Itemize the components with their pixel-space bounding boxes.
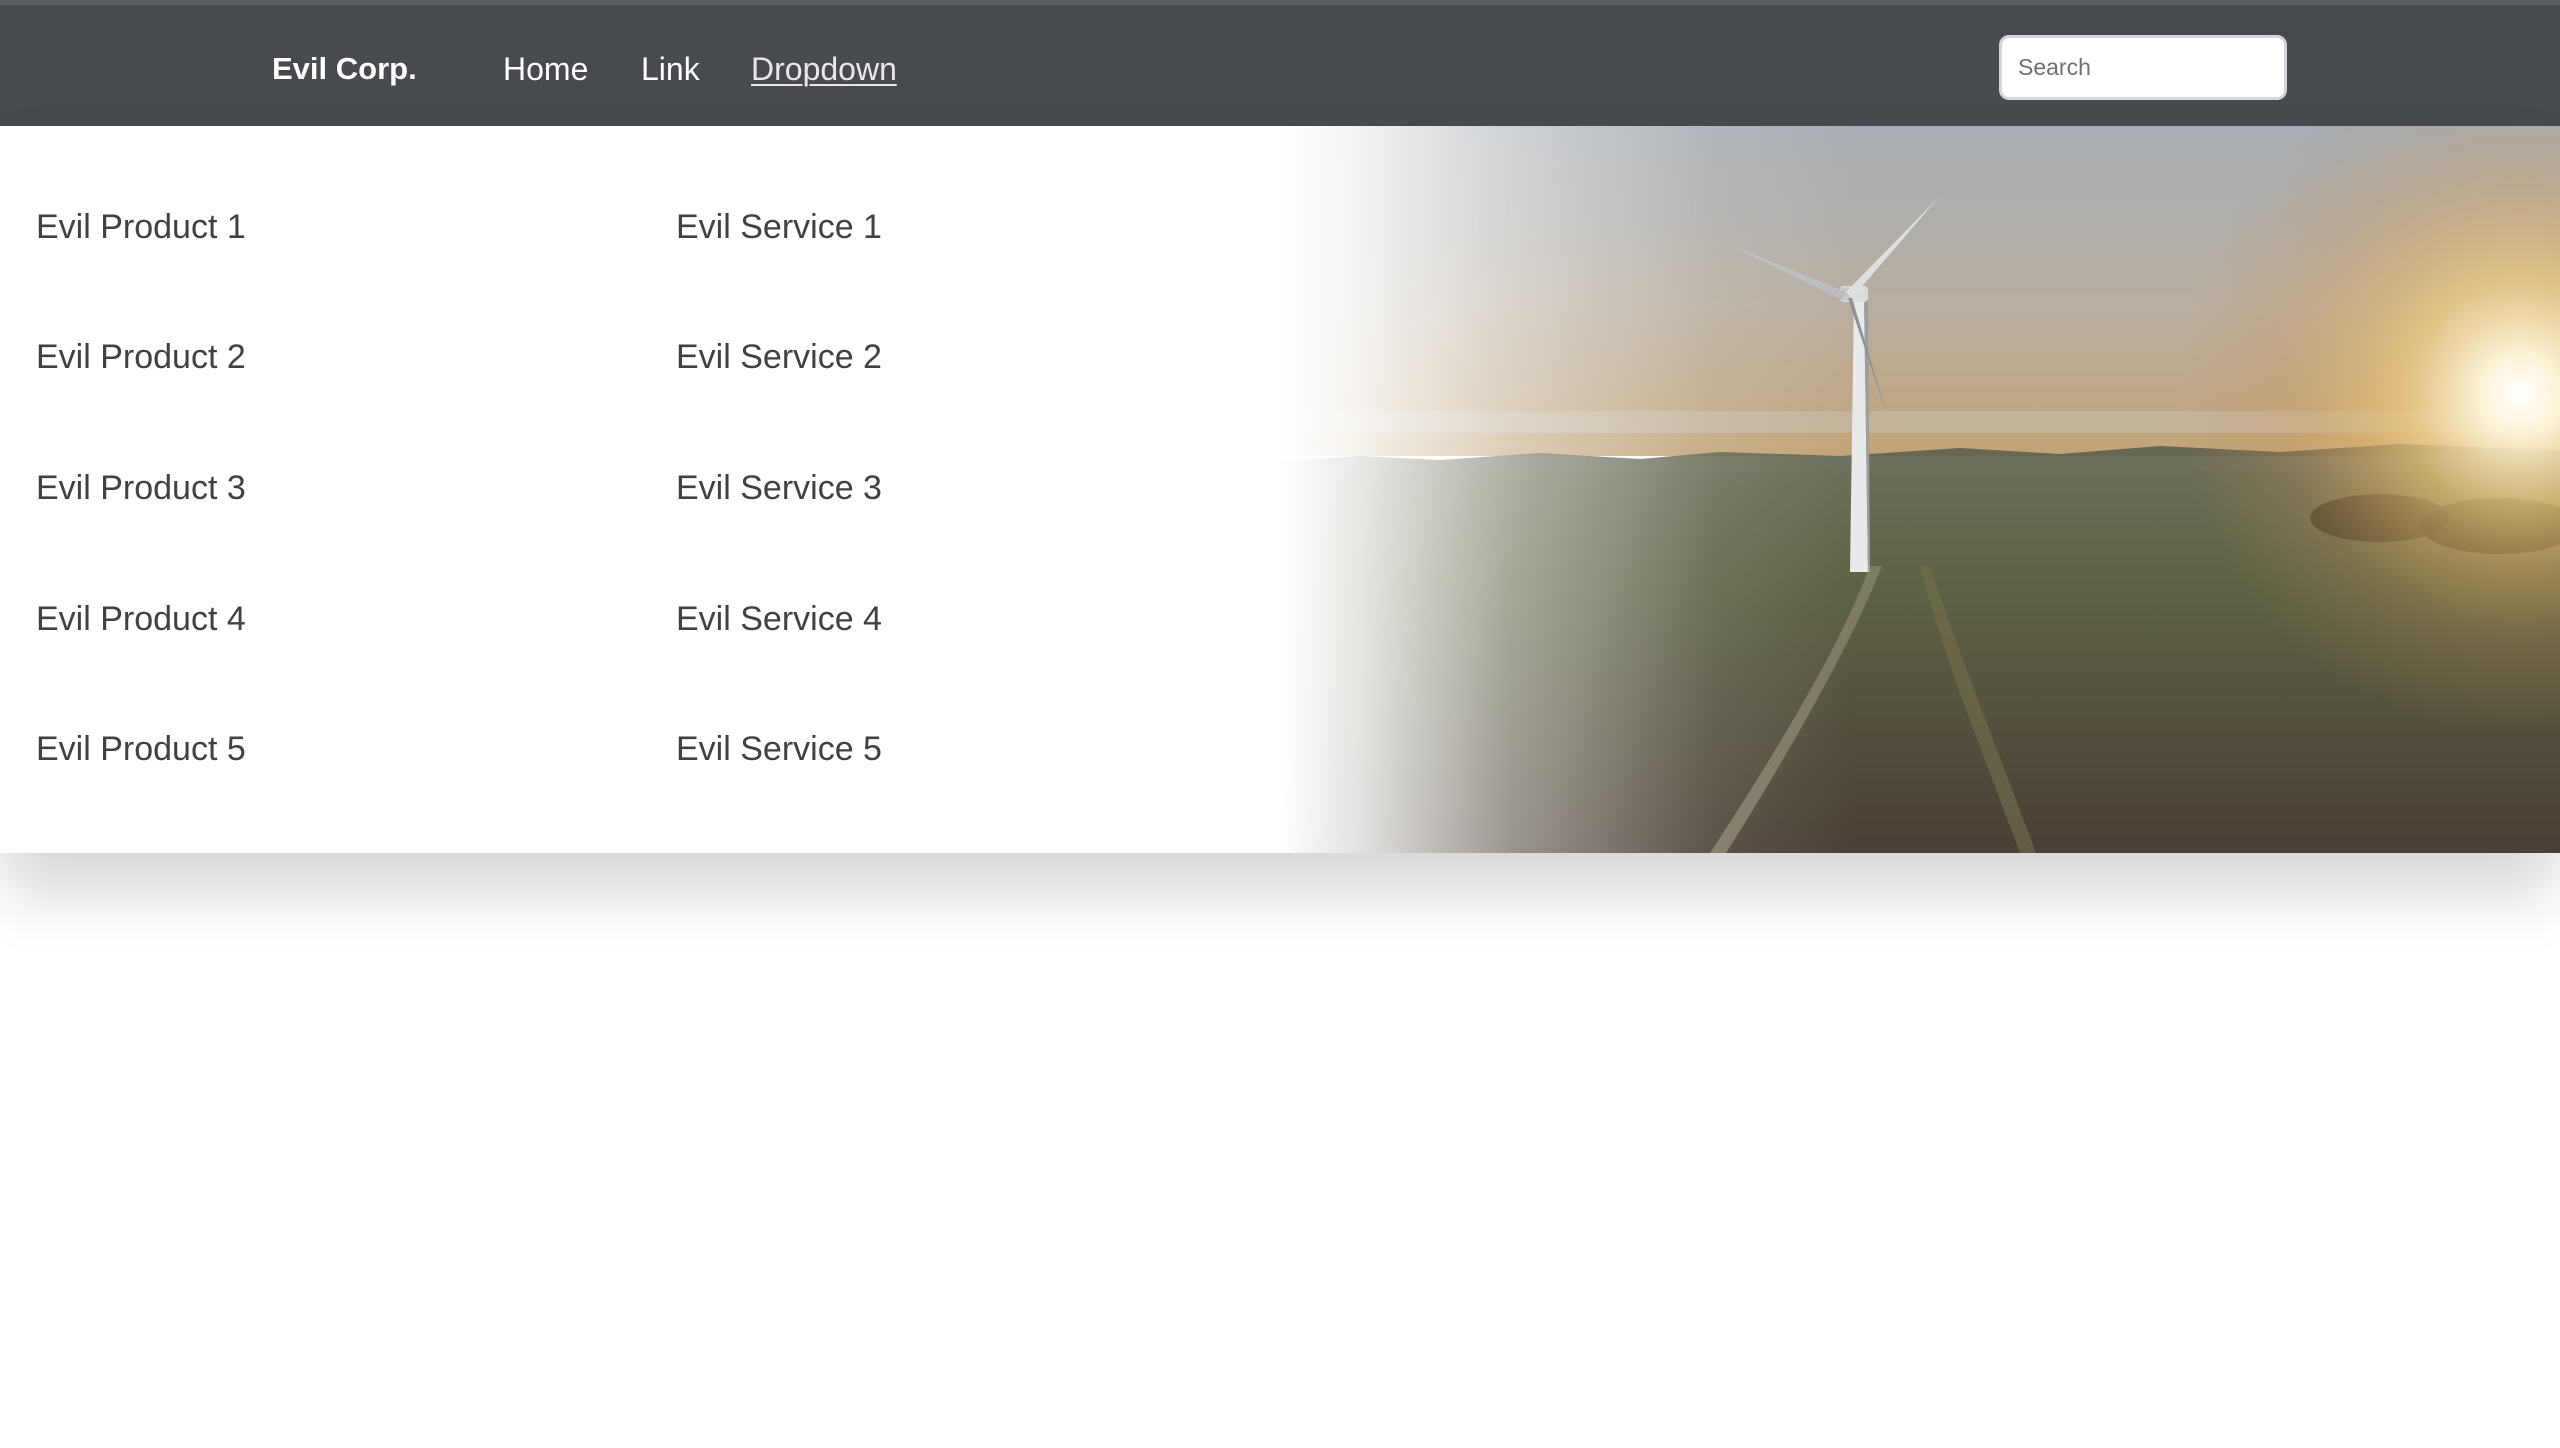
nav-link-link[interactable]: Link xyxy=(641,49,700,89)
menu-item-product-3[interactable]: Evil Product 3 xyxy=(36,467,246,509)
menu-item-product-5[interactable]: Evil Product 5 xyxy=(36,728,246,770)
menu-item-service-2[interactable]: Evil Service 2 xyxy=(676,336,882,378)
menu-item-product-4[interactable]: Evil Product 4 xyxy=(36,598,246,640)
search-input[interactable] xyxy=(1999,35,2287,100)
menu-item-service-1[interactable]: Evil Service 1 xyxy=(676,206,882,248)
nav-link-dropdown[interactable]: Dropdown xyxy=(751,49,897,89)
menu-item-service-3[interactable]: Evil Service 3 xyxy=(676,467,882,509)
menu-item-product-1[interactable]: Evil Product 1 xyxy=(36,206,246,248)
menu-item-service-4[interactable]: Evil Service 4 xyxy=(676,598,882,640)
navbar: Evil Corp. Home Link Dropdown xyxy=(0,5,2560,126)
menu-item-service-5[interactable]: Evil Service 5 xyxy=(676,728,882,770)
menu-item-product-2[interactable]: Evil Product 2 xyxy=(36,336,246,378)
brand-logo[interactable]: Evil Corp. xyxy=(272,49,417,89)
nav-link-home[interactable]: Home xyxy=(503,49,588,89)
wind-turbine-image xyxy=(1280,126,2560,853)
mega-dropdown-panel: Evil Product 1 Evil Product 2 Evil Produ… xyxy=(0,126,2560,853)
